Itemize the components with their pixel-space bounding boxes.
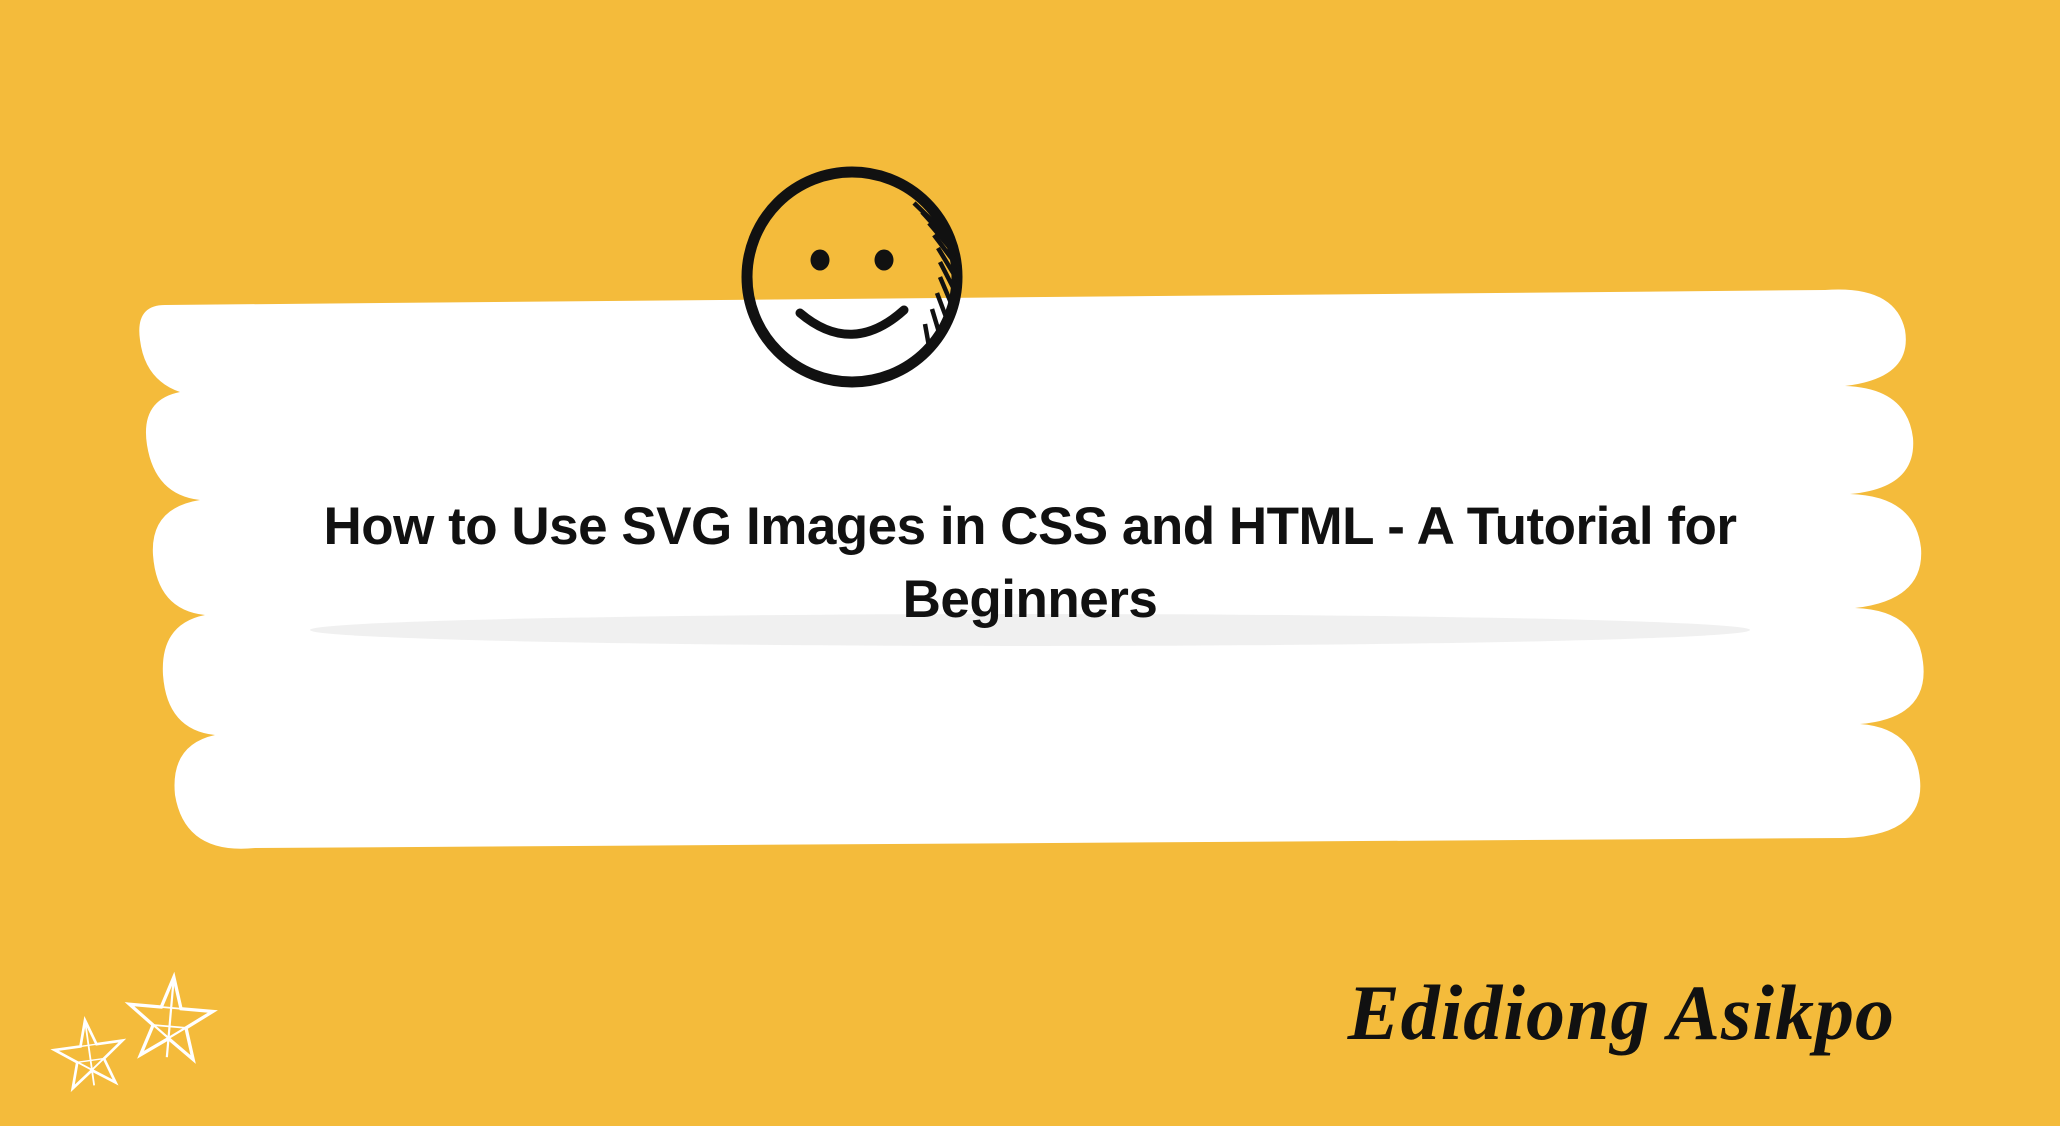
double-star-icon xyxy=(45,961,245,1101)
smiley-face-icon xyxy=(730,155,975,400)
page-title: How to Use SVG Images in CSS and HTML - … xyxy=(250,490,1810,636)
author-signature: Edidiong Asikpo xyxy=(1348,968,1895,1058)
